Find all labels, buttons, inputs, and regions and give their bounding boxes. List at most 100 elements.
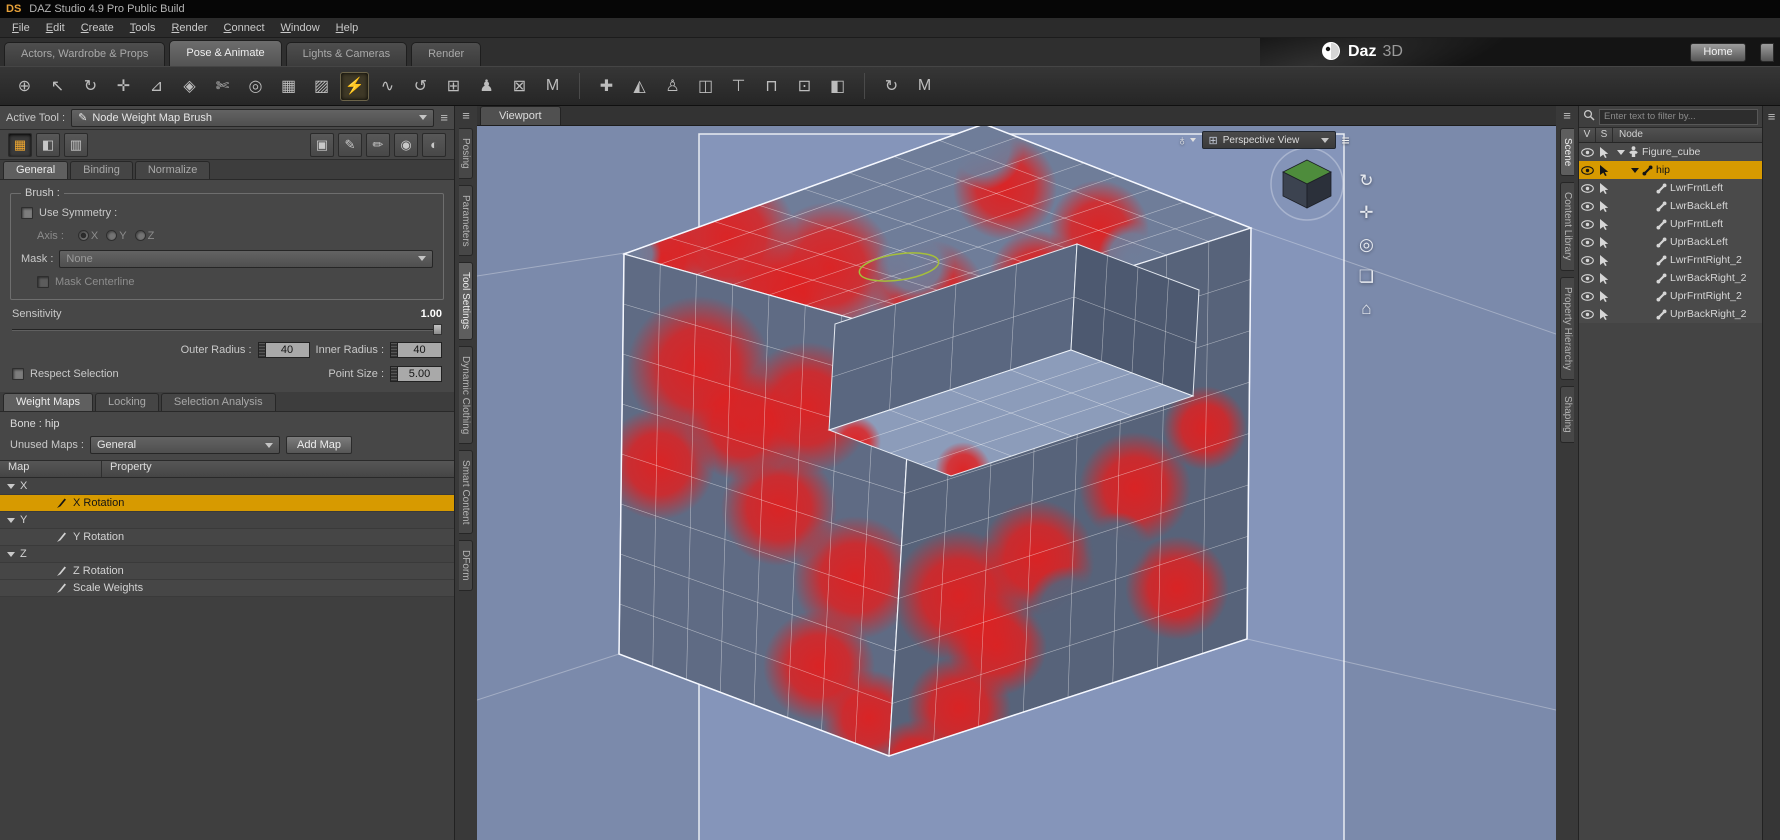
visibility-eye-icon[interactable] [1579, 255, 1596, 265]
partial-button[interactable] [1760, 42, 1774, 62]
map-group-z[interactable]: Z [0, 546, 454, 563]
dock-tab-shaping[interactable]: Shaping [1560, 386, 1574, 443]
visibility-eye-icon[interactable] [1579, 147, 1596, 157]
drag-grip-icon[interactable] [390, 342, 398, 358]
frame-view-tool[interactable]: ❏ [1359, 268, 1374, 285]
home-view-tool[interactable]: ⌂ [1361, 300, 1371, 317]
scene-node-uprbackright-2[interactable]: UprBackRight_2 [1579, 305, 1762, 323]
memorize-figure-button[interactable]: M [910, 72, 939, 101]
point-size-stepper[interactable]: 5.00 [390, 366, 442, 382]
activity-tab-pose-animate[interactable]: Pose & Animate [169, 40, 282, 66]
scene-filter-input[interactable] [1599, 108, 1758, 125]
viewport-tab[interactable]: Viewport [480, 106, 561, 125]
dock-tab-scene[interactable]: Scene [1560, 128, 1574, 177]
slider-handle[interactable] [433, 324, 442, 335]
menu-help[interactable]: Help [328, 20, 367, 36]
paint-brush-button[interactable]: ✎ [338, 132, 362, 157]
mask-centerline-checkbox[interactable] [37, 275, 49, 288]
dock-tab-property-hierarchy[interactable]: Property Hierarchy [1560, 276, 1574, 381]
respect-selection-checkbox[interactable] [12, 368, 24, 380]
sensitivity-slider[interactable] [12, 323, 442, 336]
dock-menu-icon[interactable]: ≡ [462, 109, 470, 122]
dock-tab-dynamic-clothing[interactable]: Dynamic Clothing [459, 345, 473, 444]
mask-dropdown[interactable]: None [59, 249, 433, 268]
zoom-view-tool[interactable]: ◎ [1359, 236, 1374, 253]
polygon-group-editor-tool[interactable]: ▨ [307, 72, 336, 101]
select-cursor-icon[interactable] [1596, 308, 1613, 320]
dock-tab-posing[interactable]: Posing [459, 128, 473, 179]
visibility-eye-icon[interactable] [1579, 219, 1596, 229]
gradient-sphere-button[interactable]: ◐ [422, 132, 446, 157]
restore-tool[interactable]: ⊠ [505, 72, 534, 101]
dock-tab-content-library[interactable]: Content Library [1560, 182, 1574, 271]
scene-node-uprbackleft[interactable]: UprBackLeft [1579, 233, 1762, 251]
map-item-y-rotation[interactable]: Y Rotation [0, 529, 454, 546]
restore-figure-button[interactable]: ↻ [877, 72, 906, 101]
tab-locking[interactable]: Locking [95, 393, 159, 411]
collapse-arrow-icon[interactable] [7, 483, 15, 489]
menu-file[interactable]: File [4, 20, 38, 36]
tab-selection-analysis[interactable]: Selection Analysis [160, 393, 276, 411]
tab-general[interactable]: General [3, 161, 69, 179]
align-frame-button[interactable]: ⊓ [757, 72, 786, 101]
inner-radius-stepper[interactable]: 40 [390, 342, 442, 358]
paint-mode-button[interactable]: ▦ [8, 132, 32, 157]
expand-arrow-icon[interactable] [1631, 167, 1639, 173]
inner-radius-value[interactable]: 40 [398, 342, 442, 358]
viewport-menu-icon[interactable]: ≡ [1342, 133, 1350, 147]
axis-radio-y[interactable] [106, 230, 118, 241]
tab-normalize[interactable]: Normalize [134, 161, 211, 179]
scene-node-hip[interactable]: hip [1579, 161, 1762, 179]
dform-tool[interactable]: ✄ [208, 72, 237, 101]
select-cursor-icon[interactable] [1596, 254, 1613, 266]
tab-binding[interactable]: Binding [70, 161, 133, 179]
spot-render-tool[interactable]: ◎ [241, 72, 270, 101]
drag-grip-icon[interactable] [257, 342, 266, 358]
viewport-3d-scene[interactable] [477, 126, 1556, 840]
geometry-editor-tool[interactable]: ▦ [274, 72, 303, 101]
menu-tools[interactable]: Tools [122, 20, 164, 36]
activity-tab-render[interactable]: Render [411, 42, 482, 66]
visibility-eye-icon[interactable] [1579, 273, 1596, 283]
scene-node-figure-cube[interactable]: Figure_cube [1579, 143, 1762, 161]
menu-render[interactable]: Render [163, 20, 215, 36]
use-symmetry-checkbox[interactable] [21, 206, 33, 219]
outer-radius-stepper[interactable]: 40 [257, 342, 310, 358]
activity-tab-lights-cameras[interactable]: Lights & Cameras [285, 42, 408, 66]
expand-arrow-icon[interactable] [1617, 149, 1625, 155]
viewport-canvas[interactable]: ♁ ⊞ Perspective View ≡ ↻ ✛ ◎ ❏ ⌂ [477, 126, 1556, 840]
map-group-y[interactable]: Y [0, 512, 454, 529]
active-pose-tool[interactable]: ◈ [175, 72, 204, 101]
column-property[interactable]: Property [102, 461, 454, 477]
fill-weights-button[interactable]: ▣ [310, 132, 334, 157]
collapse-arrow-icon[interactable] [7, 551, 15, 557]
select-cursor-icon[interactable] [1596, 290, 1613, 302]
collapse-arrow-icon[interactable] [7, 517, 15, 523]
smooth-mode-button[interactable]: ▥ [64, 132, 88, 157]
select-cursor-icon[interactable] [1596, 200, 1613, 212]
visibility-eye-icon[interactable] [1579, 183, 1596, 193]
dock-tab-smart-content[interactable]: Smart Content [459, 449, 473, 535]
axis-radio-x[interactable] [77, 230, 89, 241]
outer-radius-value[interactable]: 40 [265, 342, 310, 358]
globe-icon[interactable]: ♁ [1177, 132, 1196, 148]
pan-view-tool[interactable]: ✛ [1359, 204, 1373, 221]
orbit-rotate-tool[interactable]: ↺ [406, 72, 435, 101]
view-selector-dropdown[interactable]: ⊞ Perspective View [1201, 131, 1336, 149]
unused-maps-dropdown[interactable]: General [89, 436, 280, 454]
create-camera-button[interactable]: ◭ [625, 72, 654, 101]
translate-tool[interactable]: ✛ [109, 72, 138, 101]
select-cursor-icon[interactable] [1596, 272, 1613, 284]
grid-snap-button[interactable]: ⊡ [790, 72, 819, 101]
add-prop-button[interactable]: ◫ [691, 72, 720, 101]
select-cursor-icon[interactable] [1596, 182, 1613, 194]
menu-connect[interactable]: Connect [216, 20, 273, 36]
add-map-button[interactable]: Add Map [285, 436, 353, 454]
activity-tab-actors-wardrobe-props[interactable]: Actors, Wardrobe & Props [4, 42, 166, 66]
select-cursor-icon[interactable] [1596, 236, 1613, 248]
active-tool-dropdown[interactable]: ✎ Node Weight Map Brush [71, 108, 435, 127]
select-cursor-icon[interactable] [1596, 164, 1613, 176]
drag-grip-icon[interactable] [390, 366, 398, 382]
rotate-tool[interactable]: ↻ [76, 72, 105, 101]
home-button[interactable]: Home [1690, 42, 1746, 62]
